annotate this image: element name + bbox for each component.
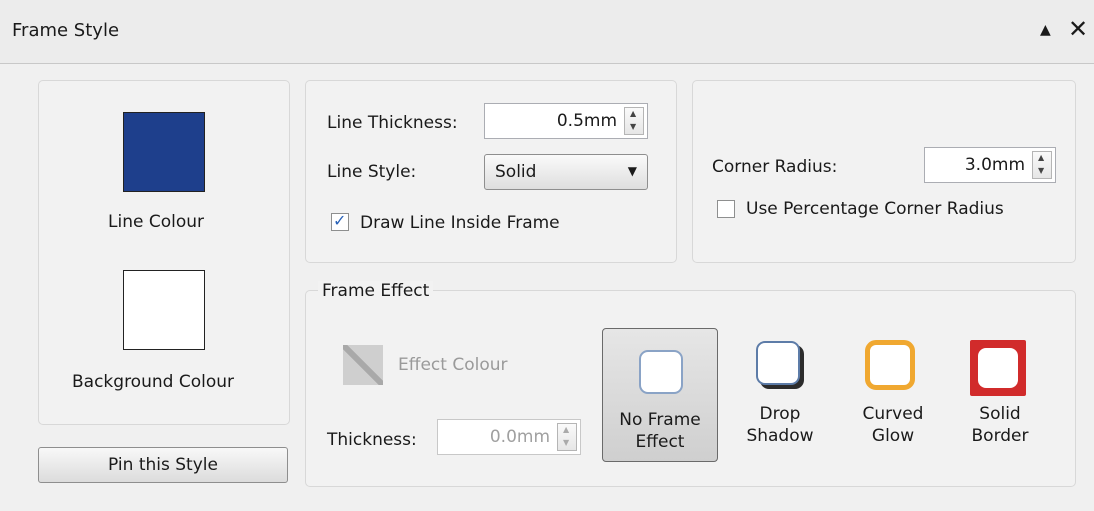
- effect-curved-glow-button[interactable]: Curved Glow: [843, 328, 943, 462]
- effect-label-line1: Drop: [759, 404, 801, 424]
- effect-colour-label[interactable]: Effect Colour: [398, 355, 508, 375]
- corner-radius-spinner[interactable]: 3.0mm ▲ ▼: [924, 147, 1056, 183]
- corner-radius-label: Corner Radius:: [712, 157, 838, 177]
- effect-label-line2: Border: [971, 426, 1029, 446]
- effect-label-line1: Curved: [862, 404, 924, 424]
- curved-glow-icon: [865, 340, 915, 390]
- effect-no-frame-button[interactable]: No Frame Effect: [602, 328, 718, 462]
- effect-label-line2: Shadow: [746, 426, 814, 446]
- line-colour-swatch[interactable]: [123, 112, 205, 192]
- use-percentage-checkbox[interactable]: [717, 200, 735, 218]
- panel-title: Frame Style: [12, 20, 120, 41]
- effect-thickness-spinner[interactable]: 0.0mm ▲ ▼: [437, 419, 581, 455]
- effect-thickness-value: 0.0mm: [489, 427, 550, 447]
- use-percentage-label[interactable]: Use Percentage Corner Radius: [746, 199, 1004, 219]
- line-thickness-value: 0.5mm: [556, 111, 617, 131]
- background-colour-label: Background Colour: [72, 372, 234, 392]
- close-icon[interactable]: ✕: [1068, 16, 1088, 42]
- effect-colour-icon: [343, 345, 383, 385]
- frame-effect-group-label: Frame Effect: [318, 281, 434, 301]
- spinner-arrows-icon[interactable]: ▲ ▼: [1032, 151, 1052, 179]
- effect-label-line2: Effect: [635, 432, 685, 452]
- effect-label-line2: Glow: [871, 426, 915, 446]
- effect-label-line1: No Frame: [619, 410, 701, 430]
- line-style-select[interactable]: Solid ▼: [484, 154, 648, 190]
- dropdown-arrow-icon: ▼: [627, 164, 637, 178]
- spinner-arrows-icon[interactable]: ▲ ▼: [624, 107, 644, 135]
- no-frame-effect-icon: [639, 350, 683, 394]
- line-thickness-label: Line Thickness:: [327, 113, 458, 133]
- solid-border-icon: [970, 340, 1026, 396]
- background-colour-swatch[interactable]: [123, 270, 205, 350]
- draw-inside-checkbox[interactable]: ✓: [331, 211, 349, 231]
- pin-style-button-label: Pin this Style: [108, 455, 218, 475]
- effect-solid-border-button[interactable]: Solid Border: [950, 328, 1050, 462]
- collapse-icon[interactable]: ▲: [1040, 22, 1051, 38]
- effect-thickness-label: Thickness:: [327, 430, 417, 450]
- corner-radius-value: 3.0mm: [964, 155, 1025, 175]
- line-thickness-spinner[interactable]: 0.5mm ▲ ▼: [484, 103, 648, 139]
- drop-shadow-icon: [756, 341, 800, 385]
- line-colour-label: Line Colour: [108, 212, 204, 232]
- spinner-arrows-icon[interactable]: ▲ ▼: [557, 423, 577, 451]
- line-style-label: Line Style:: [327, 162, 417, 182]
- effect-label-line1: Solid: [979, 404, 1021, 424]
- line-style-value: Solid: [495, 162, 537, 182]
- panel-titlebar: Frame Style ▲ ✕: [0, 0, 1094, 64]
- effect-drop-shadow-button[interactable]: Drop Shadow: [730, 328, 830, 462]
- checkmark-icon: ✓: [333, 211, 347, 230]
- pin-style-button[interactable]: Pin this Style: [38, 447, 288, 483]
- draw-inside-label[interactable]: Draw Line Inside Frame: [360, 213, 560, 233]
